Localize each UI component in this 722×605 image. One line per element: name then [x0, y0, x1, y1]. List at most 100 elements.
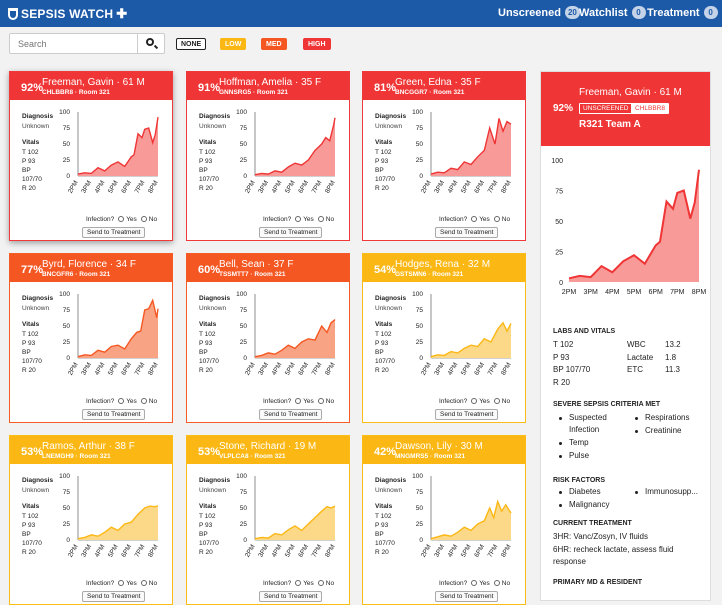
infection-no-radio[interactable] [140, 398, 147, 404]
vital-bp-label: BP [199, 349, 208, 356]
patient-card[interactable]: 53% Ramos, Arthur · 38 F LNEMGH9 · Room 32… [9, 435, 173, 605]
infection-question: Infection? Yes No [263, 580, 334, 587]
y-tick-label: 25 [63, 157, 71, 164]
search-input[interactable] [10, 34, 138, 53]
infection-no-radio[interactable] [317, 398, 324, 404]
patient-card[interactable]: 81% Green, Edna · 35 F BNCGGR7 · Room 321 D… [362, 71, 526, 241]
detail-risk-chart: 100 75 50 25 0 2PM 3PM 4PM 5PM 6PM 7PM 8PM [551, 158, 706, 296]
infection-no-radio[interactable] [493, 398, 500, 404]
nav-watchlist[interactable]: Watchlist 0 [579, 6, 646, 19]
send-to-treatment-button[interactable]: Send to Treatment [259, 409, 323, 420]
vital-temp: T 102 [22, 513, 39, 520]
filter-high[interactable]: HIGH [303, 38, 331, 50]
app-logo[interactable]: SEPSIS WATCH ✚ [8, 6, 127, 22]
diagnosis-label: Diagnosis [375, 477, 407, 484]
filter-low[interactable]: LOW [220, 38, 247, 50]
filter-med[interactable]: MED [261, 38, 287, 50]
x-tick-label: 8PM [324, 362, 337, 377]
infection-yes-radio[interactable] [295, 580, 302, 586]
patient-id-room: LNEMGH9 · Room 321 [42, 453, 111, 460]
search-button[interactable] [137, 34, 164, 53]
detail-patient-name: Freeman, Gavin · 61 M [579, 87, 682, 98]
send-to-treatment-button[interactable]: Send to Treatment [435, 409, 499, 420]
infection-label: Infection? [86, 398, 115, 405]
send-to-treatment-button[interactable]: Send to Treatment [82, 227, 146, 238]
x-tick-label: 2PM [67, 362, 80, 377]
infection-no-radio[interactable] [317, 216, 324, 222]
x-tick-label: 6PM [297, 362, 310, 377]
patient-name: Ramos, Arthur · 38 F [42, 441, 135, 452]
app-title: SEPSIS WATCH [21, 7, 114, 21]
nav-unscreened[interactable]: Unscreened 20 [498, 6, 580, 19]
infection-yes-radio[interactable] [295, 216, 302, 222]
infection-yes-radio[interactable] [118, 398, 125, 404]
infection-yes-radio[interactable] [295, 398, 302, 404]
send-to-treatment-button[interactable]: Send to Treatment [82, 409, 146, 420]
send-to-treatment-button[interactable]: Send to Treatment [259, 227, 323, 238]
x-tick-label: 8PM [147, 544, 160, 559]
send-to-treatment-button[interactable]: Send to Treatment [435, 227, 499, 238]
risk-trend-chart: 100 75 50 25 02PM 3PM 4PM 5PM 6PM 7PM 8PM [412, 473, 513, 559]
send-to-treatment-button[interactable]: Send to Treatment [82, 591, 146, 602]
criteria-item: Temp [569, 438, 589, 447]
x-tick-label: 2PM [244, 180, 257, 195]
risk-trend-chart: 100 75 50 25 02PM 3PM 4PM 5PM 6PM 7PM 8PM [412, 109, 513, 195]
send-to-treatment-button[interactable]: Send to Treatment [435, 591, 499, 602]
lab-vital-item: T 102 [553, 340, 574, 349]
filter-none[interactable]: NONE [176, 38, 207, 50]
infection-no-radio[interactable] [140, 580, 147, 586]
vital-bp-label: BP [22, 531, 31, 538]
vital-bp-label: BP [22, 349, 31, 356]
infection-question: Infection? Yes No [86, 216, 157, 223]
lab-name: ETC [627, 365, 643, 374]
x-tick-label: 3PM [257, 544, 270, 559]
lab-value: 11.3 [665, 365, 680, 374]
infection-yes-radio[interactable] [471, 398, 478, 404]
x-tick-label: 4PM [94, 180, 107, 195]
y-tick-label: 75 [240, 307, 248, 314]
patient-card-header: 53% Ramos, Arthur · 38 F LNEMGH9 · Room 32… [10, 436, 172, 464]
labs-vitals-title: LABS AND VITALS [553, 328, 616, 335]
criteria-item: Suspected [569, 413, 607, 422]
patient-name: Green, Edna · 35 F [395, 77, 481, 88]
vital-temp: T 102 [375, 149, 392, 156]
vitals-label: Vitals [22, 139, 40, 146]
infection-yes-radio[interactable] [471, 216, 478, 222]
vital-bp: 107/70 [199, 358, 219, 365]
infection-yes-radio[interactable] [118, 216, 125, 222]
risk-trend-chart: 100 75 50 25 02PM 3PM 4PM 5PM 6PM 7PM 8PM [59, 291, 160, 377]
patient-id-room: GSTSMN6 · Room 321 [395, 271, 464, 278]
patient-card[interactable]: 54% Hodges, Rena · 32 M GSTSMN6 · Room 321… [362, 253, 526, 423]
patient-card[interactable]: 42% Dawson, Lily · 30 M MNGMRS5 · Room 321… [362, 435, 526, 605]
infection-no-radio[interactable] [317, 580, 324, 586]
patient-card-header: 77% Byrd, Florence · 34 F BNCGFR6 · Room 3… [10, 254, 172, 282]
infection-no-radio[interactable] [493, 580, 500, 586]
infection-yes-radio[interactable] [118, 580, 125, 586]
x-tick-label: 2PM [420, 544, 433, 559]
infection-no-radio[interactable] [493, 216, 500, 222]
patient-id-room: BNCGGR7 · Room 321 [395, 89, 465, 96]
y-tick-label: 0 [419, 537, 423, 544]
x-tick-label: 8PM [324, 180, 337, 195]
vital-bp-label: BP [375, 531, 384, 538]
infection-question: Infection? Yes No [263, 398, 334, 405]
infection-no-label: No [325, 216, 335, 223]
status-badge: UNSCREENED [579, 103, 633, 114]
y-tick-label: 25 [63, 521, 71, 528]
infection-yes-label: Yes [303, 398, 314, 405]
infection-yes-radio[interactable] [471, 580, 478, 586]
infection-label: Infection? [86, 580, 115, 587]
risk-area [569, 169, 699, 282]
send-to-treatment-button[interactable]: Send to Treatment [259, 591, 323, 602]
nav-treatment[interactable]: Treatment 0 [647, 6, 718, 19]
infection-yes-label: Yes [479, 580, 490, 587]
patient-card[interactable]: 77% Byrd, Florence · 34 F BNCGFR6 · Room 3… [9, 253, 173, 423]
shield-icon [8, 8, 18, 20]
patient-card[interactable]: 60% Bell, Sean · 37 F TSSMTT7 · Room 321 Di… [186, 253, 350, 423]
infection-no-radio[interactable] [140, 216, 147, 222]
patient-card[interactable]: 91% Hoffman, Amelia · 35 F GNNSRG5 · Room … [186, 71, 350, 241]
infection-question: Infection? Yes No [439, 580, 510, 587]
patient-card[interactable]: 92% Freeman, Gavin · 61 M CHLBBR8 · Room 3… [9, 71, 173, 241]
lab-value: 13.2 [665, 340, 681, 349]
patient-card[interactable]: 53% Stone, Richard · 19 M VLPLCA8 · Room 3… [186, 435, 350, 605]
